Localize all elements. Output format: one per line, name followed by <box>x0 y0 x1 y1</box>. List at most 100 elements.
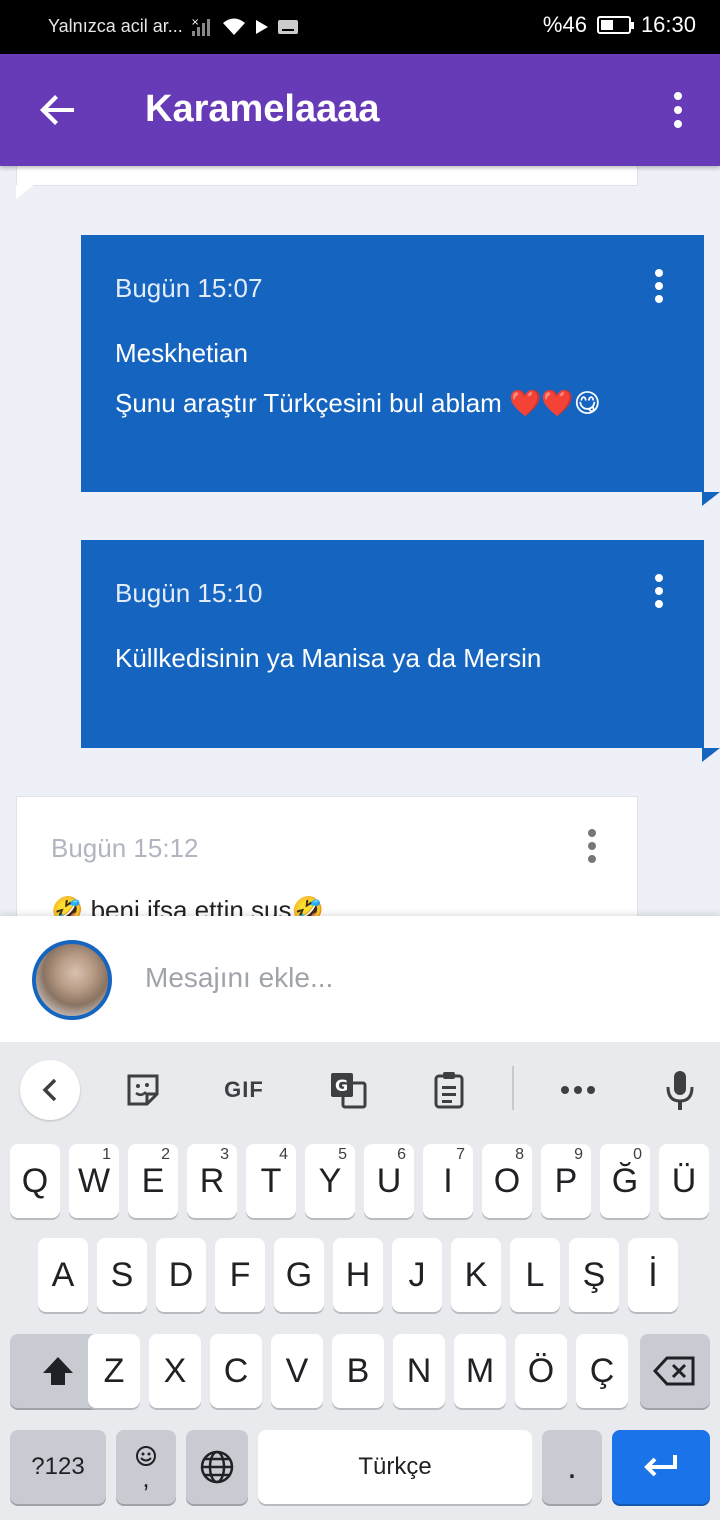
key-k[interactable]: K <box>451 1238 501 1312</box>
key-r[interactable]: R3 <box>187 1144 237 1218</box>
svg-text:G: G <box>335 1076 348 1095</box>
key-label: . <box>567 1447 577 1486</box>
key-q[interactable]: Q <box>10 1144 60 1218</box>
message-text-line: Şunu araştır Türkçesini bul ablam ❤️❤️😋 <box>115 388 601 418</box>
key-a[interactable]: A <box>38 1238 88 1312</box>
message-options-icon[interactable] <box>587 829 597 863</box>
key-g[interactable]: G <box>274 1238 324 1312</box>
message-list[interactable]: Bugün 15:07 Meskhetian Şunu araştır Türk… <box>0 166 720 916</box>
key-ö[interactable]: Ö <box>515 1334 567 1408</box>
key-e[interactable]: E2 <box>128 1144 178 1218</box>
key-label: L <box>525 1255 545 1294</box>
bubble-tail <box>702 748 720 762</box>
more-options-button[interactable] <box>556 1060 600 1120</box>
message-bubble-incoming[interactable]: Bugün 15:12 🤣 beni ifşa ettin sus🤣 <box>16 796 638 916</box>
key-z[interactable]: Z <box>88 1334 140 1408</box>
key-label: ?123 <box>31 1453 85 1480</box>
language-key[interactable] <box>186 1430 248 1504</box>
more-vert-icon[interactable] <box>666 90 690 130</box>
key-hint: 6 <box>397 1146 406 1163</box>
key-label: Ğ <box>611 1161 639 1200</box>
key-w[interactable]: W1 <box>69 1144 119 1218</box>
key-v[interactable]: V <box>271 1334 323 1408</box>
enter-icon <box>644 1455 677 1477</box>
key-h[interactable]: H <box>333 1238 383 1312</box>
clipboard-button[interactable] <box>428 1060 470 1120</box>
key-f[interactable]: F <box>215 1238 265 1312</box>
key-label: K <box>464 1255 488 1294</box>
key-u[interactable]: U6 <box>364 1144 414 1218</box>
key-m[interactable]: M <box>454 1334 506 1408</box>
key-c[interactable]: C <box>210 1334 262 1408</box>
message-options-icon[interactable] <box>654 574 664 608</box>
battery-icon <box>596 16 634 34</box>
period-key[interactable]: . <box>542 1430 602 1504</box>
key-label: S <box>110 1255 134 1294</box>
message-text-line: Meskhetian <box>115 338 248 368</box>
key-x[interactable]: X <box>149 1334 201 1408</box>
sticker-button[interactable] <box>120 1060 166 1120</box>
key-label: N <box>406 1351 432 1390</box>
key-label: H <box>345 1255 371 1294</box>
enter-key[interactable] <box>612 1430 710 1504</box>
emoji-comma-key[interactable]: , <box>116 1430 176 1504</box>
key-label: I <box>443 1161 453 1200</box>
message-bubble-outgoing[interactable]: Bugün 15:07 Meskhetian Şunu araştır Türk… <box>81 235 720 506</box>
key-hint: 2 <box>161 1146 170 1163</box>
key-y[interactable]: Y5 <box>305 1144 355 1218</box>
message-text-line: Küllkedisinin ya Manisa ya da Mersin <box>115 643 542 673</box>
collapse-keyboard-button[interactable] <box>20 1060 80 1120</box>
compose-bar: Mesajını ekle... <box>0 916 720 1042</box>
key-label: Ç <box>589 1351 615 1390</box>
key-ş[interactable]: Ş <box>569 1238 619 1312</box>
key-label: F <box>229 1255 251 1294</box>
more-horiz-icon <box>561 1086 595 1094</box>
key-ç[interactable]: Ç <box>576 1334 628 1408</box>
key-label: B <box>346 1351 370 1390</box>
translate-button[interactable]: G <box>326 1060 370 1120</box>
battery-percent: %46 <box>542 12 587 37</box>
keyboard-icon <box>277 19 298 34</box>
key-n[interactable]: N <box>393 1334 445 1408</box>
key-hint: 7 <box>456 1146 465 1163</box>
key-s[interactable]: S <box>97 1238 147 1312</box>
key-i̇[interactable]: İ <box>628 1238 678 1312</box>
key-hint: 4 <box>279 1146 288 1163</box>
play-icon <box>255 19 268 34</box>
voice-input-button[interactable] <box>660 1060 700 1120</box>
previous-message-card[interactable] <box>16 166 638 199</box>
key-label: G <box>285 1255 313 1294</box>
key-ü[interactable]: Ü <box>659 1144 709 1218</box>
key-t[interactable]: T4 <box>246 1144 296 1218</box>
key-o[interactable]: O8 <box>482 1144 532 1218</box>
key-label: Z <box>103 1351 125 1390</box>
message-time: Bugün 15:12 <box>51 833 199 863</box>
key-label: Ş <box>582 1255 606 1294</box>
key-label: D <box>168 1255 194 1294</box>
key-label: M <box>465 1351 495 1390</box>
backspace-key[interactable] <box>640 1334 710 1408</box>
key-d[interactable]: D <box>156 1238 206 1312</box>
space-bar[interactable]: Türkçe <box>258 1430 532 1504</box>
back-arrow-icon[interactable] <box>34 86 82 134</box>
message-options-icon[interactable] <box>654 269 664 303</box>
message-bubble-outgoing[interactable]: Bugün 15:10 Küllkedisinin ya Manisa ya d… <box>81 540 720 762</box>
key-hint: 9 <box>574 1146 583 1163</box>
key-label: P <box>554 1161 578 1200</box>
message-input[interactable]: Mesajını ekle... <box>145 962 333 994</box>
key-label: E <box>141 1161 165 1200</box>
key-l[interactable]: L <box>510 1238 560 1312</box>
key-b[interactable]: B <box>332 1334 384 1408</box>
key-p[interactable]: P9 <box>541 1144 591 1218</box>
gif-button[interactable]: GIF <box>214 1060 274 1120</box>
sticker-icon <box>127 1074 159 1106</box>
key-i[interactable]: I7 <box>423 1144 473 1218</box>
key-label: Ö <box>527 1351 555 1390</box>
key-j[interactable]: J <box>392 1238 442 1312</box>
avatar <box>32 940 112 1020</box>
key-label: W <box>77 1161 111 1200</box>
toolbar-divider <box>512 1066 514 1110</box>
shift-icon <box>43 1357 73 1385</box>
symbols-key[interactable]: ?123 <box>10 1430 106 1504</box>
key-ğ[interactable]: Ğ0 <box>600 1144 650 1218</box>
